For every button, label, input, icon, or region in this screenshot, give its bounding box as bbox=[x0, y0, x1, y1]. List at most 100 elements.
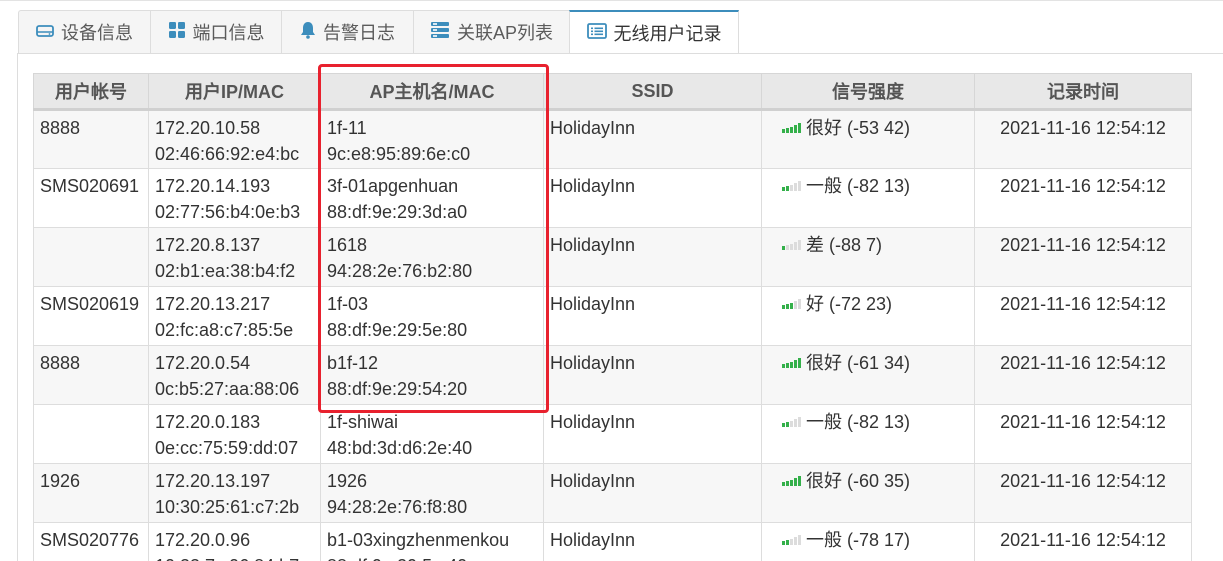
table-row[interactable]: SMS020776 172.20.0.96 10:33:7c:06:84:b7 b… bbox=[33, 522, 1192, 561]
cell-account: 8888 bbox=[33, 109, 149, 169]
ssid-text: HolidayInn bbox=[550, 471, 636, 491]
user-mac: 10:30:25:61:c7:2b bbox=[155, 497, 300, 517]
ap-hostname: 1f-03 bbox=[327, 294, 369, 314]
user-ip: 172.20.14.193 bbox=[155, 176, 271, 196]
tab-label: 设备信息 bbox=[61, 23, 133, 43]
cell-user-ip-mac: 172.20.0.183 0e:cc:75:59:dd:07 bbox=[148, 404, 321, 464]
cell-ap-host-mac: 1f-03 88:df:9e:29:5e:80 bbox=[320, 286, 544, 346]
user-ip: 172.20.10.58 bbox=[155, 118, 261, 138]
user-ip: 172.20.13.217 bbox=[155, 294, 271, 314]
bell-icon bbox=[300, 21, 316, 44]
signal-bars-icon bbox=[782, 299, 802, 309]
ap-mac: 48:bd:3d:d6:2e:40 bbox=[327, 438, 473, 458]
cell-ap-host-mac: 1618 94:28:2e:76:b2:80 bbox=[320, 227, 544, 287]
cell-record-time: 2021-11-16 12:54:12 bbox=[974, 522, 1192, 561]
ap-mac: 9c:e8:95:89:6e:c0 bbox=[327, 144, 471, 164]
tab-label: 无线用户记录 bbox=[613, 24, 722, 44]
table-row[interactable]: 172.20.0.183 0e:cc:75:59:dd:07 1f-shiwai 4… bbox=[33, 404, 1192, 464]
cell-signal: 一般 (-82 13) bbox=[761, 168, 975, 228]
table-row[interactable]: 172.20.8.137 02:b1:ea:38:b4:f2 1618 94:28:… bbox=[33, 227, 1192, 287]
list-alt-icon bbox=[586, 22, 607, 44]
ssid-text: HolidayInn bbox=[550, 412, 636, 432]
table-row[interactable]: 8888 172.20.10.58 02:46:66:92:e4:bc 1f-11… bbox=[33, 109, 1192, 169]
cell-account bbox=[33, 404, 149, 464]
table-row[interactable]: 1926 172.20.13.197 10:30:25:61:c7:2b 1926… bbox=[33, 463, 1192, 523]
cell-signal: 很好 (-53 42) bbox=[761, 109, 975, 169]
cell-ssid: HolidayInn bbox=[543, 522, 762, 561]
cell-account: SMS020691 bbox=[33, 168, 149, 228]
tab-bar: 设备信息 端口信息 告警日志 关联AP列表 无线用户记录 bbox=[18, 10, 739, 55]
ap-mac: 94:28:2e:76:b2:80 bbox=[327, 261, 473, 281]
hdd-icon bbox=[36, 22, 54, 43]
signal-text: 一般 (-82 13) bbox=[806, 412, 911, 432]
user-mac: 02:fc:a8:c7:85:5e bbox=[155, 320, 294, 340]
ap-hostname: b1f-12 bbox=[327, 353, 379, 373]
cell-ap-host-mac: 1f-shiwai 48:bd:3d:d6:2e:40 bbox=[320, 404, 544, 464]
signal-text: 差 (-88 7) bbox=[806, 235, 883, 255]
tab-port-info[interactable]: 端口信息 bbox=[150, 10, 281, 54]
user-ip: 172.20.13.197 bbox=[155, 471, 271, 491]
cell-record-time: 2021-11-16 12:54:12 bbox=[974, 227, 1192, 287]
ssid-text: HolidayInn bbox=[550, 118, 636, 138]
table-row[interactable]: SMS020619 172.20.13.217 02:fc:a8:c7:85:5e… bbox=[33, 286, 1192, 346]
signal-text: 很好 (-60 35) bbox=[806, 471, 911, 491]
record-time-text: 2021-11-16 12:54:12 bbox=[1000, 176, 1166, 196]
cell-record-time: 2021-11-16 12:54:12 bbox=[974, 168, 1192, 228]
record-time-text: 2021-11-16 12:54:12 bbox=[1000, 530, 1166, 550]
tab-alarm-log[interactable]: 告警日志 bbox=[281, 10, 413, 54]
table-row[interactable]: 8888 172.20.0.54 0c:b5:27:aa:88:06 b1f-12… bbox=[33, 345, 1192, 405]
cell-user-ip-mac: 172.20.13.217 02:fc:a8:c7:85:5e bbox=[148, 286, 321, 346]
column-header-record-time[interactable]: 记录时间 bbox=[974, 73, 1192, 111]
cell-user-ip-mac: 172.20.13.197 10:30:25:61:c7:2b bbox=[148, 463, 321, 523]
column-header-signal[interactable]: 信号强度 bbox=[761, 73, 975, 111]
cell-signal: 差 (-88 7) bbox=[761, 227, 975, 287]
cell-record-time: 2021-11-16 12:54:12 bbox=[974, 345, 1192, 405]
cell-signal: 很好 (-60 35) bbox=[761, 463, 975, 523]
tab-associated-ap-list[interactable]: 关联AP列表 bbox=[413, 10, 569, 54]
table-row[interactable]: SMS020691 172.20.14.193 02:77:56:b4:0e:b3… bbox=[33, 168, 1192, 228]
user-mac: 02:77:56:b4:0e:b3 bbox=[155, 202, 301, 222]
cell-ssid: HolidayInn bbox=[543, 404, 762, 464]
cell-record-time: 2021-11-16 12:54:12 bbox=[974, 109, 1192, 169]
ap-hostname: 1f-shiwai bbox=[327, 412, 399, 432]
ap-hostname: 1926 bbox=[327, 471, 368, 491]
account-text: 1926 bbox=[40, 471, 81, 491]
ssid-text: HolidayInn bbox=[550, 176, 636, 196]
tab-label: 告警日志 bbox=[323, 23, 395, 43]
account-text: SMS020619 bbox=[40, 294, 140, 314]
grid-icon bbox=[168, 21, 186, 44]
record-time-text: 2021-11-16 12:54:12 bbox=[1000, 353, 1166, 373]
column-header-ssid[interactable]: SSID bbox=[543, 73, 762, 111]
ap-mac: 88:df:9e:29:3d:a0 bbox=[327, 202, 468, 222]
cell-account: SMS020776 bbox=[33, 522, 149, 561]
cell-account: 1926 bbox=[33, 463, 149, 523]
record-time-text: 2021-11-16 12:54:12 bbox=[1000, 118, 1166, 138]
user-mac: 02:46:66:92:e4:bc bbox=[155, 144, 300, 164]
column-header-user-ip-mac[interactable]: 用户IP/MAC bbox=[148, 73, 321, 111]
ap-mac: 88:df:9e:29:5e:80 bbox=[327, 320, 468, 340]
cell-user-ip-mac: 172.20.14.193 02:77:56:b4:0e:b3 bbox=[148, 168, 321, 228]
cell-ap-host-mac: 3f-01apgenhuan 88:df:9e:29:3d:a0 bbox=[320, 168, 544, 228]
server-list-icon bbox=[430, 21, 450, 44]
cell-signal: 一般 (-78 17) bbox=[761, 522, 975, 561]
signal-text: 一般 (-78 17) bbox=[806, 530, 911, 550]
cell-record-time: 2021-11-16 12:54:12 bbox=[974, 404, 1192, 464]
cell-account: SMS020619 bbox=[33, 286, 149, 346]
cell-user-ip-mac: 172.20.10.58 02:46:66:92:e4:bc bbox=[148, 109, 321, 169]
user-mac: 0e:cc:75:59:dd:07 bbox=[155, 438, 299, 458]
tab-device-info[interactable]: 设备信息 bbox=[18, 10, 150, 54]
cell-record-time: 2021-11-16 12:54:12 bbox=[974, 463, 1192, 523]
record-time-text: 2021-11-16 12:54:12 bbox=[1000, 471, 1166, 491]
ap-hostname: 1618 bbox=[327, 235, 368, 255]
signal-bars-icon bbox=[782, 476, 802, 486]
column-header-ap-host-mac[interactable]: AP主机名/MAC bbox=[320, 73, 544, 111]
tab-label: 端口信息 bbox=[192, 23, 265, 43]
top-divider bbox=[0, 0, 1223, 1]
tab-wireless-user-records[interactable]: 无线用户记录 bbox=[569, 10, 739, 55]
user-mac: 02:b1:ea:38:b4:f2 bbox=[155, 261, 296, 281]
record-time-text: 2021-11-16 12:54:12 bbox=[1000, 412, 1166, 432]
column-header-account[interactable]: 用户帐号 bbox=[33, 73, 149, 111]
ssid-text: HolidayInn bbox=[550, 530, 636, 550]
cell-ssid: HolidayInn bbox=[543, 463, 762, 523]
user-ip: 172.20.8.137 bbox=[155, 235, 261, 255]
